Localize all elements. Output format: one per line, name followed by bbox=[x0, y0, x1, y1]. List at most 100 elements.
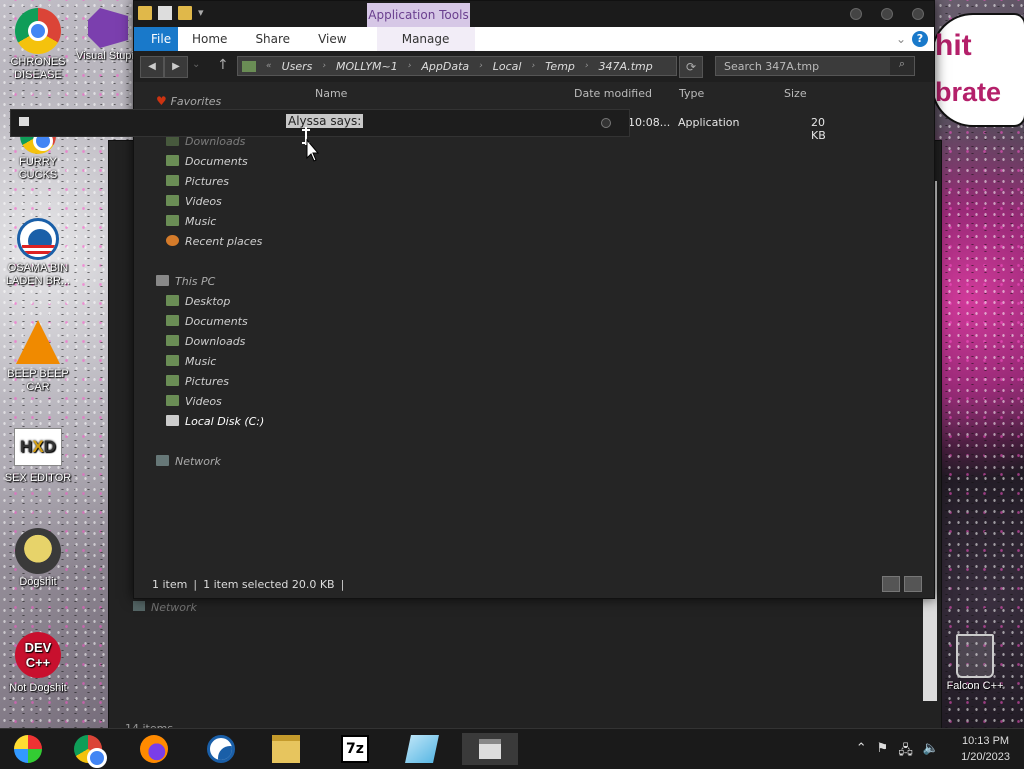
network-icon bbox=[133, 601, 145, 611]
folder-icon bbox=[242, 60, 256, 72]
chevron-down-icon[interactable]: ▾ bbox=[198, 6, 206, 20]
recent-chevron-icon[interactable]: ⌄ bbox=[192, 59, 200, 70]
nav-fav-videos[interactable]: Videos bbox=[166, 195, 222, 208]
explorer-window[interactable]: ▾ Application Tools File Home Share View… bbox=[133, 0, 935, 599]
table-row[interactable]: 10:08... Application 20 KB bbox=[628, 116, 843, 142]
status-item-count: 1 item bbox=[152, 578, 188, 591]
taskbar-app-chrome[interactable] bbox=[60, 733, 116, 768]
breadcrumb-item[interactable]: AppData bbox=[421, 60, 469, 73]
nav-fav-music[interactable]: Music bbox=[166, 215, 216, 228]
videos-folder-icon bbox=[166, 395, 179, 406]
tab-share[interactable]: Share bbox=[241, 27, 304, 51]
search-input[interactable]: Search 347A.tmp ⌕ bbox=[715, 56, 915, 76]
flag-icon[interactable]: ⚑ bbox=[877, 741, 889, 763]
desktop-icon-recycle[interactable]: Falcon C++ bbox=[937, 634, 1013, 693]
address-bar[interactable]: « Users › MOLLYM~1 › AppData › Local › Temp ›… bbox=[237, 56, 677, 76]
search-icon[interactable]: ⌕ bbox=[890, 57, 914, 75]
column-header-date[interactable]: Date modified bbox=[574, 87, 652, 103]
forward-button[interactable]: ▶ bbox=[164, 56, 188, 78]
details-view-icon[interactable] bbox=[882, 576, 900, 592]
nav-network[interactable]: Network bbox=[156, 455, 221, 468]
drive-icon bbox=[166, 415, 179, 426]
taskbar-app-explorer[interactable] bbox=[258, 733, 314, 765]
taskbar-app-notepad[interactable] bbox=[394, 733, 450, 765]
desktop-icon-osama[interactable]: OSAMA BIN LADEN BR... bbox=[0, 218, 76, 288]
tab-file[interactable]: File bbox=[134, 27, 178, 51]
tab-manage[interactable]: Manage bbox=[376, 27, 475, 51]
7zip-icon: 7z bbox=[341, 735, 369, 763]
system-tray: ⌃ ⚑ 🖧 🔈 bbox=[856, 741, 939, 763]
taskbar-app-firefox[interactable] bbox=[126, 733, 182, 765]
music-folder-icon bbox=[166, 215, 179, 226]
nav-favorites[interactable]: ♥ Favorites bbox=[156, 94, 221, 108]
refresh-button[interactable]: ⟳ bbox=[679, 56, 703, 78]
nav-pc-desktop[interactable]: Desktop bbox=[166, 295, 230, 308]
computer-icon bbox=[156, 275, 169, 286]
breadcrumb-item[interactable]: Temp bbox=[545, 60, 575, 73]
nav-fav-documents[interactable]: Documents bbox=[166, 155, 248, 168]
breadcrumb-item[interactable]: 347A.tmp bbox=[599, 60, 653, 73]
tab-view[interactable]: View bbox=[304, 27, 360, 51]
volume-icon[interactable]: 🔈 bbox=[923, 741, 939, 763]
nav-pc-music[interactable]: Music bbox=[166, 355, 216, 368]
breadcrumb-item[interactable]: Local bbox=[493, 60, 522, 73]
nav-pc-downloads[interactable]: Downloads bbox=[166, 335, 245, 348]
close-button[interactable] bbox=[601, 118, 611, 128]
folder-icon[interactable] bbox=[138, 6, 152, 20]
notepad-icon bbox=[405, 735, 439, 763]
maximize-button[interactable] bbox=[881, 8, 893, 20]
visual-studio-icon bbox=[88, 8, 128, 48]
nav-this-pc[interactable]: This PC bbox=[156, 275, 215, 288]
file-date: 10:08... bbox=[628, 116, 671, 129]
nav-network-back[interactable]: Network bbox=[133, 601, 197, 614]
back-button[interactable]: ◀ bbox=[140, 56, 164, 78]
new-folder-icon[interactable] bbox=[178, 6, 192, 20]
nav-fav-recent[interactable]: Recent places bbox=[166, 235, 262, 248]
dialog-title: Alyssa says: bbox=[286, 114, 364, 128]
chevron-up-icon[interactable]: ⌃ bbox=[856, 741, 867, 763]
minimize-button[interactable] bbox=[850, 8, 862, 20]
up-arrow-icon[interactable]: ↑ bbox=[217, 57, 229, 73]
nav-pc-pictures[interactable]: Pictures bbox=[166, 375, 229, 388]
breadcrumb-item[interactable]: MOLLYM~1 bbox=[336, 60, 398, 73]
nav-pc-videos[interactable]: Videos bbox=[166, 395, 222, 408]
column-header-size[interactable]: Size bbox=[784, 87, 807, 103]
help-icon[interactable]: ? bbox=[912, 31, 928, 47]
breadcrumb-item[interactable]: Users bbox=[282, 60, 313, 73]
large-icons-view-icon[interactable] bbox=[904, 576, 922, 592]
network-icon[interactable]: 🖧 bbox=[898, 741, 913, 763]
taskbar-app-obama[interactable] bbox=[193, 733, 249, 765]
desktop-icon-visual-studio[interactable]: Visual Stupid bbox=[76, 8, 140, 63]
breadcrumb-overflow[interactable]: « bbox=[266, 61, 272, 71]
tab-home[interactable]: Home bbox=[178, 27, 241, 51]
clock[interactable]: 10:13 PM 1/20/2023 bbox=[961, 733, 1010, 765]
hxd-icon: HXD bbox=[14, 428, 62, 466]
desktop-icon-chrome[interactable]: CHRONES DISEASE bbox=[0, 8, 76, 82]
recent-places-icon bbox=[166, 235, 179, 246]
taskbar-app-7zip[interactable]: 7z bbox=[327, 733, 383, 765]
desktop-icon-label: Dogshit bbox=[19, 576, 57, 588]
taskbar-app-media-center[interactable] bbox=[0, 733, 56, 765]
desktop-icon-vlc[interactable]: BEEP BEEP CAR bbox=[0, 320, 76, 394]
desktop-icon-label: OSAMA BIN LADEN BR... bbox=[5, 262, 71, 287]
column-header-type[interactable]: Type bbox=[679, 87, 704, 103]
properties-icon[interactable] bbox=[158, 6, 172, 20]
firefox-icon bbox=[140, 735, 168, 763]
status-bar: 1 item | 1 item selected 20.0 KB | bbox=[152, 578, 345, 591]
obama-logo-icon bbox=[17, 218, 59, 260]
chrome-icon bbox=[15, 8, 61, 54]
chrome-icon bbox=[74, 735, 107, 768]
desktop-icon-hxd[interactable]: HXD SEX EDITOR bbox=[0, 428, 76, 485]
close-button[interactable] bbox=[912, 8, 924, 20]
taskbar-app-explorer-window[interactable] bbox=[462, 733, 518, 765]
desktop-icon-devcpp[interactable]: DEV C++ Not Dogshit bbox=[0, 632, 76, 695]
nav-pc-documents[interactable]: Documents bbox=[166, 315, 248, 328]
nav-local-disk[interactable]: Local Disk (C:) bbox=[166, 415, 264, 428]
nav-fav-pictures[interactable]: Pictures bbox=[166, 175, 229, 188]
chevron-down-icon[interactable]: ⌄ bbox=[896, 32, 906, 46]
desktop-icon-dogshit[interactable]: Dogshit bbox=[0, 528, 76, 589]
desktop-icon-label: FURRY CUCKS bbox=[18, 156, 58, 181]
column-header-name[interactable]: Name bbox=[315, 87, 347, 103]
desktop-folder-icon bbox=[166, 295, 179, 306]
title-bar[interactable]: ▾ Application Tools bbox=[134, 1, 934, 27]
